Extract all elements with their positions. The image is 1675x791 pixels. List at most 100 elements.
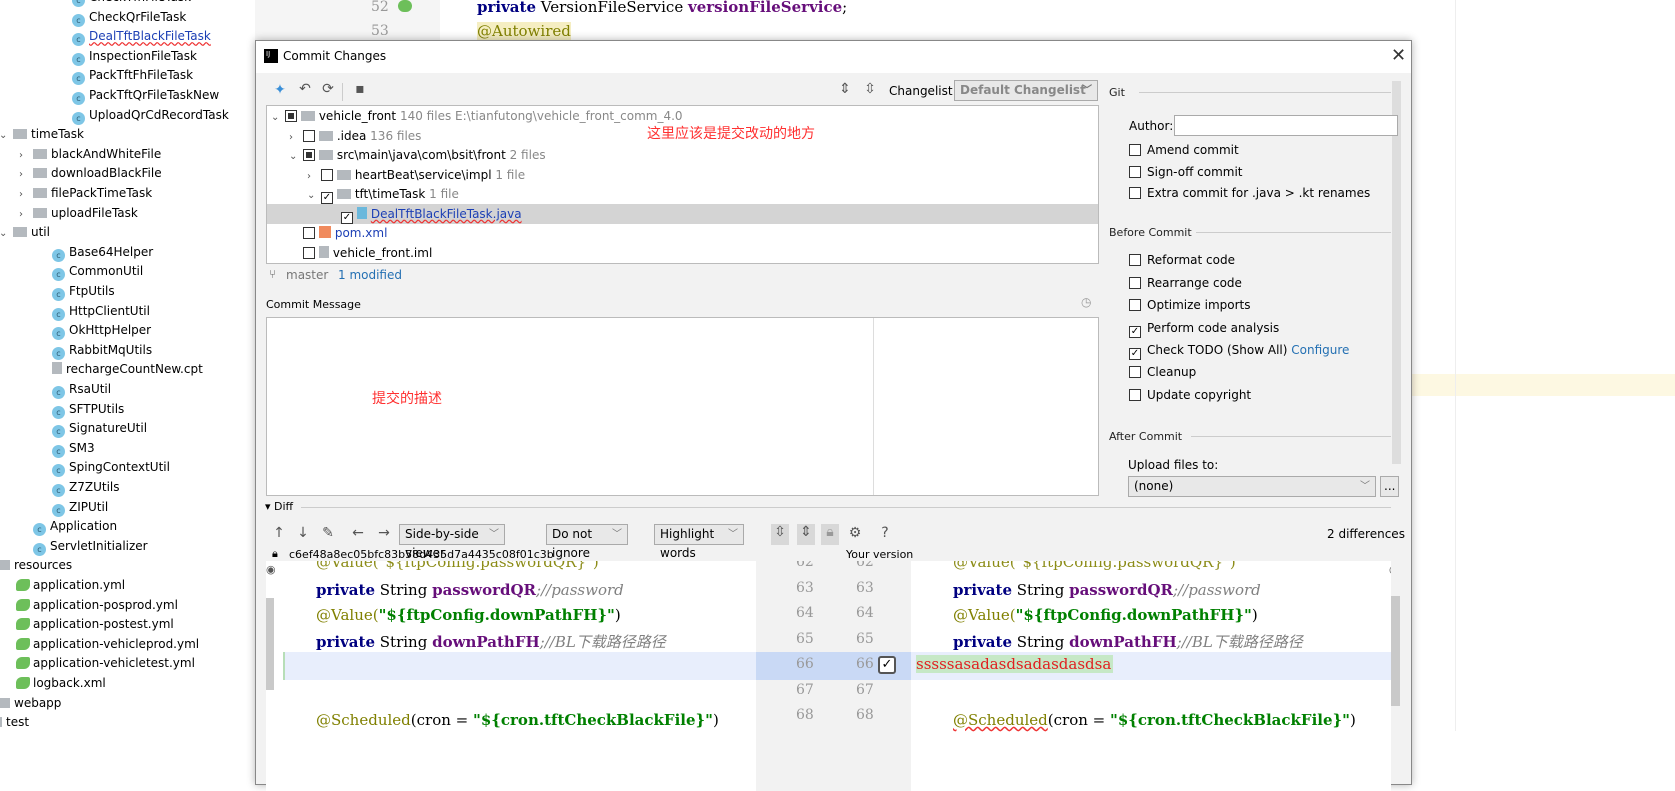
browse-button[interactable]: ... <box>1380 476 1399 497</box>
ignore-whitespace-select[interactable]: Do not ignore ﹀ <box>546 524 628 560</box>
project-tree-item[interactable]: c Application <box>33 517 117 537</box>
project-tree-item[interactable]: c OkHttpHelper <box>52 321 151 341</box>
project-tree-item[interactable]: c SpingContextUtil <box>52 458 170 478</box>
project-tree-item[interactable]: c PackTftFhFileTask <box>72 66 193 86</box>
project-tree-item[interactable]: c FtpUtils <box>52 282 115 301</box>
project-tree-item[interactable]: ⌄ util <box>0 223 50 242</box>
tree-node-root[interactable]: ⌄ vehicle_front 140 files E:\tianfutong\… <box>271 107 683 126</box>
chevron-down-icon[interactable]: ⌄ <box>0 126 13 145</box>
project-tree-item[interactable]: webapp <box>0 694 61 713</box>
project-tree-item[interactable]: c ServletInitializer <box>33 537 148 556</box>
project-tree-item[interactable]: c RsaUtil <box>52 380 111 399</box>
chevron-right-icon[interactable]: › <box>19 146 33 165</box>
project-tree-item[interactable]: c PackTftQrFileTaskNew <box>72 86 219 105</box>
project-tree-item[interactable]: c SFTPUtils <box>52 400 124 419</box>
expand-all-icon[interactable]: ⇕ <box>836 81 854 97</box>
history-icon[interactable]: ◷ <box>1081 295 1091 309</box>
check-todo-checkbox[interactable]: ✓ Check TODO (Show All) Configure <box>1129 341 1349 360</box>
project-tree-item[interactable]: c RabbitMqUtils <box>52 341 152 360</box>
diff-scrollbar[interactable] <box>1391 596 1400 706</box>
project-tree-item[interactable]: application-postest.yml <box>16 615 174 634</box>
previous-difference-icon[interactable]: ↑ <box>270 525 288 541</box>
project-tree-item[interactable]: application-posprod.yml <box>16 596 178 615</box>
project-tree-item[interactable]: ⌄ timeTask <box>0 125 84 144</box>
tree-node-heartbeat[interactable]: › heartBeat\service\impl 1 file <box>307 166 525 185</box>
eye-icon-right[interactable]: ◉ <box>1389 563 1391 576</box>
changelist-select[interactable]: Default Changelist ﹀ <box>954 80 1098 101</box>
perform-code-analysis-checkbox[interactable]: ✓ Perform code analysis <box>1129 319 1279 338</box>
project-tree-item[interactable]: › downloadBlackFile <box>19 164 162 183</box>
project-tree-item[interactable]: c DealTftBlackFileTask <box>72 27 211 47</box>
project-tree-item[interactable]: resources <box>0 556 72 575</box>
project-tree-item[interactable]: › uploadFileTask <box>19 204 138 223</box>
commit-message-input[interactable]: 提交的描述 <box>266 317 1099 496</box>
project-tree-item[interactable]: c CommonUtil <box>52 262 143 282</box>
checkbox-java-file[interactable]: ✓ <box>341 212 353 224</box>
configure-link[interactable]: Configure <box>1291 343 1349 357</box>
amend-commit-checkbox[interactable]: Amend commit <box>1129 141 1239 159</box>
sign-off-commit-checkbox[interactable]: Sign-off commit <box>1129 163 1243 181</box>
reformat-code-checkbox[interactable]: Reformat code <box>1129 251 1235 269</box>
rollback-icon[interactable]: ↶ <box>296 81 314 97</box>
settings-gear-icon[interactable]: ⚙ <box>846 525 864 541</box>
project-tree-item[interactable]: test <box>0 713 29 732</box>
lock-icon[interactable]: 🔒︎ <box>821 524 839 545</box>
diff-toggle[interactable]: ▾ Diff <box>265 500 293 513</box>
project-tree-item[interactable]: c InspectionFileTask <box>72 47 197 66</box>
next-difference-icon[interactable]: ↓ <box>294 525 312 541</box>
project-tree-item[interactable]: c Base64Helper <box>52 243 153 262</box>
project-tree-item[interactable]: c ZIPUtil <box>52 498 108 517</box>
tree-node-iml[interactable]: vehicle_front.iml <box>303 244 432 263</box>
project-tree-item[interactable]: › filePackTimeTask <box>19 184 152 203</box>
checkbox-src[interactable] <box>303 149 315 161</box>
refresh-icon[interactable]: ⟳ <box>319 81 337 97</box>
project-tree-item[interactable]: rechargeCountNew.cpt <box>52 360 203 379</box>
checkbox-iml[interactable] <box>303 247 315 259</box>
highlight-select[interactable]: Highlight words ﹀ <box>654 524 744 560</box>
checkbox-idea[interactable] <box>303 130 315 142</box>
project-tree-item[interactable]: c Z7ZUtils <box>52 478 119 497</box>
collapse-all-icon[interactable]: ⇳ <box>861 81 879 97</box>
options-scrollbar[interactable] <box>1392 81 1401 464</box>
extra-commit-checkbox[interactable]: Extra commit for .java > .kt renames <box>1129 184 1370 202</box>
tree-node-src[interactable]: ⌄ src\main\java\com\bsit\front 2 files <box>289 146 546 165</box>
project-tree-item[interactable]: c CheckQrFileTask <box>72 8 186 27</box>
author-input[interactable] <box>1174 115 1398 136</box>
close-icon[interactable]: ✕ <box>1391 45 1406 66</box>
checkbox-timetask[interactable]: ✓ <box>321 192 333 204</box>
project-tree-item[interactable]: c HttpClientUtil <box>52 302 150 321</box>
help-icon[interactable]: ? <box>876 525 894 541</box>
next-file-icon[interactable]: → <box>375 525 393 541</box>
project-tree-item[interactable]: application.yml <box>16 576 125 595</box>
chevron-down-icon[interactable]: ⌄ <box>0 224 13 243</box>
collapse-unchanged-icon[interactable]: ⇳ <box>771 524 789 545</box>
project-tree-item[interactable]: c CheckTfhFileTask <box>72 0 191 7</box>
chevron-right-icon[interactable]: › <box>19 165 33 184</box>
chevron-right-icon[interactable]: › <box>19 185 33 204</box>
tree-node-idea[interactable]: › .idea 136 files <box>289 127 421 146</box>
project-tree-item[interactable]: c UploadQrCdRecordTask <box>72 106 229 125</box>
eye-icon[interactable]: ◉ <box>266 563 276 576</box>
edit-source-icon[interactable]: ✎ <box>319 525 337 541</box>
tree-node-timetask[interactable]: ⌄ ✓ tft\timeTask 1 file <box>307 185 459 204</box>
implementation-gutter-icon[interactable] <box>398 0 412 12</box>
checkbox-heartbeat[interactable] <box>321 169 333 181</box>
sync-scroll-icon[interactable]: ⇕ <box>797 524 815 545</box>
rearrange-code-checkbox[interactable]: Rearrange code <box>1129 274 1242 292</box>
viewer-select[interactable]: Side-by-side viewer ﹀ <box>399 524 505 560</box>
optimize-imports-checkbox[interactable]: Optimize imports <box>1129 296 1251 314</box>
chevron-right-icon[interactable]: › <box>19 205 33 224</box>
tree-node-java-file[interactable]: ✓ DealTftBlackFileTask.java <box>341 205 522 224</box>
group-by-icon[interactable]: ▪ <box>351 81 369 97</box>
checkbox-pom[interactable] <box>303 227 315 239</box>
modified-count[interactable]: 1 modified <box>338 268 402 282</box>
project-tree-item[interactable]: logback.xml <box>16 674 106 693</box>
cleanup-checkbox[interactable]: Cleanup <box>1129 363 1196 381</box>
show-diff-icon[interactable]: ✦ <box>271 82 289 98</box>
project-tree-item[interactable]: application-vehicleprod.yml <box>16 635 199 654</box>
project-tree-item[interactable]: › blackAndWhiteFile <box>19 145 161 164</box>
checkbox-root[interactable] <box>285 110 297 122</box>
tree-node-pom[interactable]: pom.xml <box>303 224 387 243</box>
update-copyright-checkbox[interactable]: Update copyright <box>1129 386 1251 404</box>
upload-target-select[interactable]: (none) ﹀ <box>1128 476 1376 497</box>
